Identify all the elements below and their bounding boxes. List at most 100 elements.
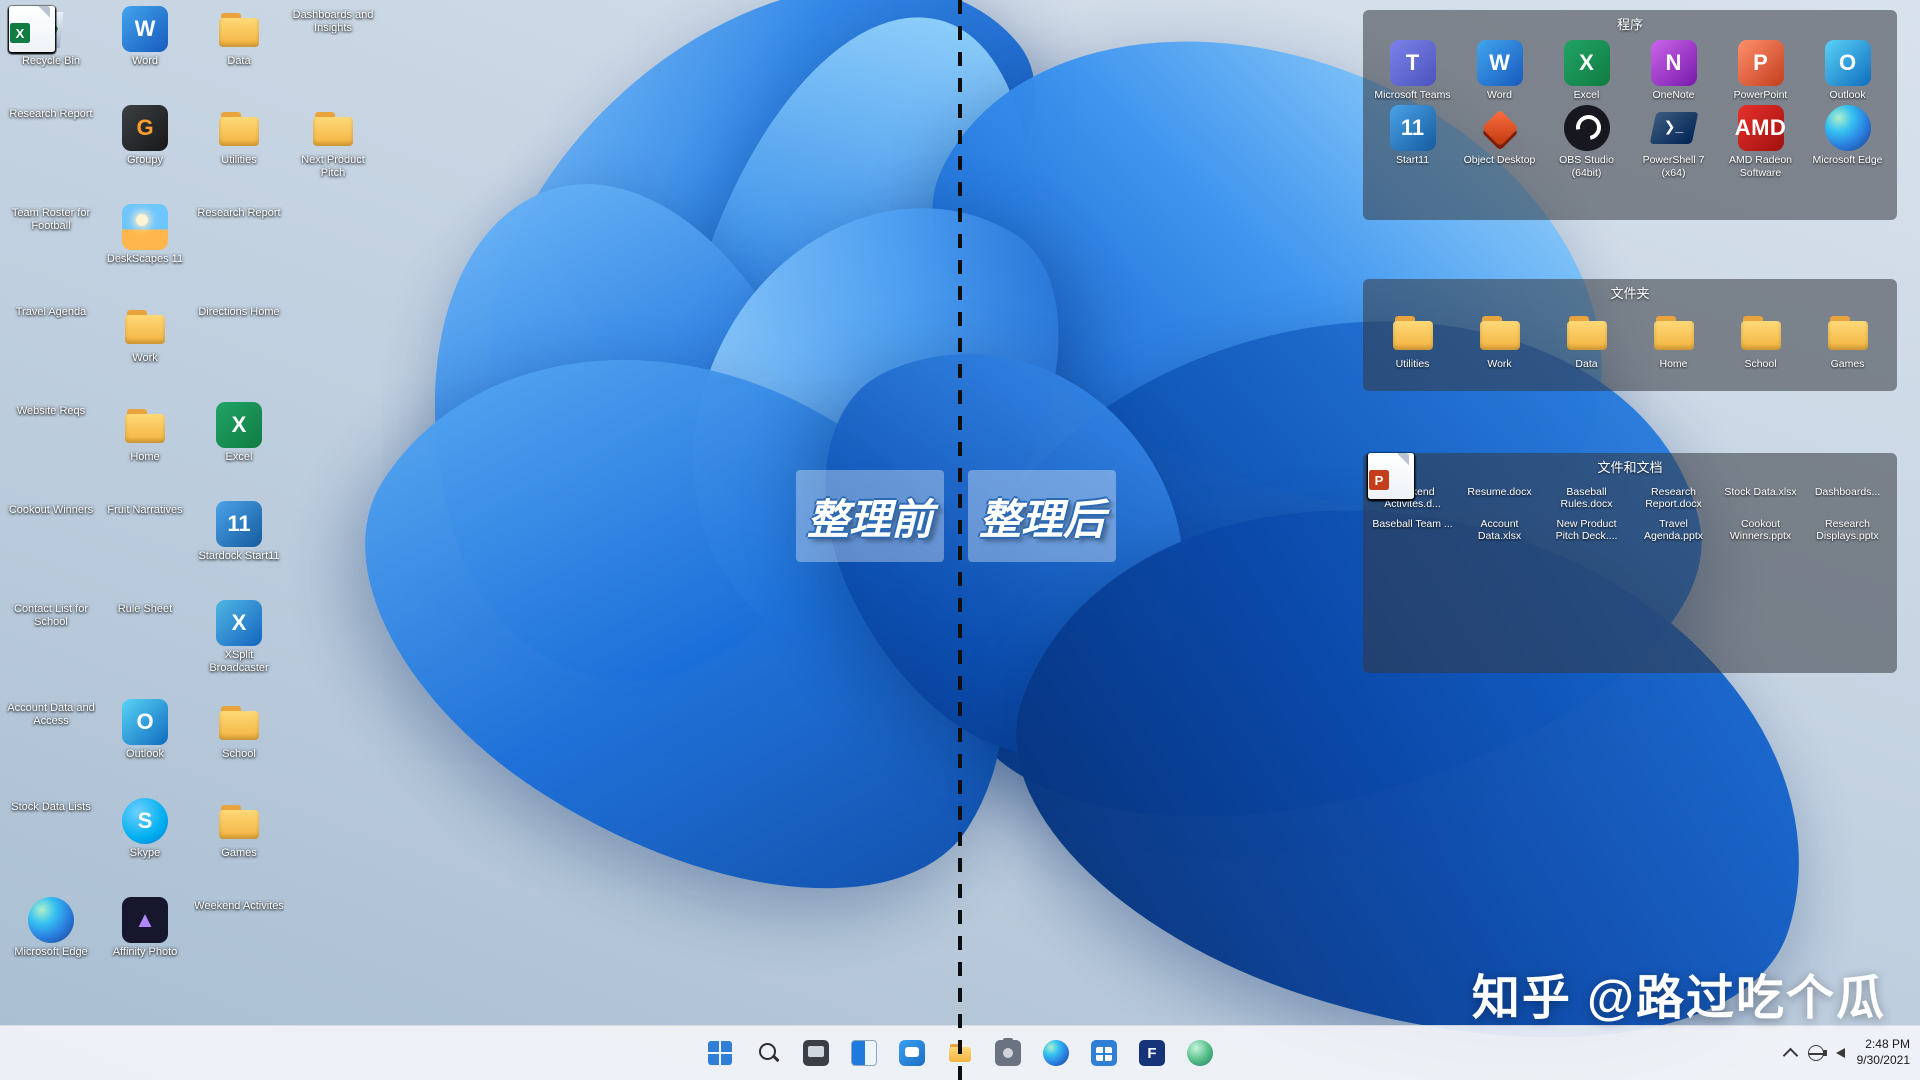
screenshot-app-button[interactable]: [987, 1032, 1029, 1074]
word-app-icon: [122, 6, 168, 52]
fence-icon[interactable]: Account Data.xlsx: [1456, 511, 1543, 543]
darkapp-icon: [803, 1040, 829, 1066]
desktop-icon[interactable]: Directions Home: [192, 303, 286, 402]
edge-icon: [1043, 1040, 1069, 1066]
desktop-icon[interactable]: Word: [98, 6, 192, 105]
desktop-icon[interactable]: Team Roster for Football: [4, 204, 98, 303]
fences-app-button[interactable]: [1131, 1032, 1173, 1074]
fence-icon[interactable]: Games: [1804, 305, 1891, 370]
desktop-icon[interactable]: Contact List for School: [4, 600, 98, 699]
fence-icon[interactable]: Baseball Rules.docx: [1543, 479, 1630, 511]
fence-icon[interactable]: Microsoft Edge: [1804, 101, 1891, 179]
fence-icon[interactable]: OneNote: [1630, 36, 1717, 101]
hidden-icons-chevron-icon[interactable]: [1782, 1047, 1798, 1063]
fence-icon[interactable]: Object Desktop: [1456, 101, 1543, 179]
desktop-icon-label: Travel Agenda: [6, 306, 96, 319]
fence-icon[interactable]: Research Displays.pptx: [1804, 511, 1891, 543]
fence-icon-label: Data: [1546, 358, 1628, 370]
desktop-icon[interactable]: Research Report: [4, 105, 98, 204]
desktop-icon-grid: Recycle Bin Research Report Team Roster …: [4, 6, 380, 996]
desktop-icon[interactable]: Rule Sheet: [98, 600, 192, 699]
edge-browser-button[interactable]: [1035, 1032, 1077, 1074]
fence-icon[interactable]: Research Report.docx: [1630, 479, 1717, 511]
excel-doc-icon: [9, 6, 55, 52]
desktop-icon[interactable]: Website Reqs: [4, 402, 98, 501]
fence-icon-label: Cookout Winners.pptx: [1720, 518, 1802, 543]
start11-icon: [216, 501, 262, 547]
fence-icon[interactable]: Home: [1630, 305, 1717, 370]
desktop-icon[interactable]: Stardock Start11: [192, 501, 286, 600]
onenote-app-icon: [1651, 40, 1697, 86]
search-button[interactable]: [747, 1032, 789, 1074]
network-icon[interactable]: [1808, 1045, 1824, 1061]
fence-icon[interactable]: Microsoft Teams: [1369, 36, 1456, 101]
desktop-icon[interactable]: XSplit Broadcaster: [192, 600, 286, 699]
volume-icon[interactable]: [1836, 1048, 1845, 1058]
fence-icon[interactable]: PowerPoint: [1717, 36, 1804, 101]
fence-icon[interactable]: School: [1717, 305, 1804, 370]
desktop-icon[interactable]: Travel Agenda: [4, 303, 98, 402]
fence-icon[interactable]: Excel: [1543, 36, 1630, 101]
fence-icon[interactable]: Start11: [1369, 101, 1456, 179]
desktop-icon[interactable]: Work: [98, 303, 192, 402]
folder-icon: [1477, 309, 1523, 355]
desktop-icon[interactable]: Skype: [98, 798, 192, 897]
desktop-icon[interactable]: Cookout Winners: [4, 501, 98, 600]
file-explorer-button[interactable]: [939, 1032, 981, 1074]
desktop-icon[interactable]: Excel: [192, 402, 286, 501]
fence-icon[interactable]: Baseball Team ...: [1369, 511, 1456, 543]
excel-app-icon: [216, 402, 262, 448]
fence-icon[interactable]: Outlook: [1804, 36, 1891, 101]
fence-icon[interactable]: OBS Studio (64bit): [1543, 101, 1630, 179]
fence-icon-label: Baseball Team ...: [1372, 518, 1454, 530]
desktop-icon[interactable]: Games: [192, 798, 286, 897]
fence-icon[interactable]: Cookout Winners.pptx: [1717, 511, 1804, 543]
desktop-icon[interactable]: Account Data and Access: [4, 699, 98, 798]
desktop-icon[interactable]: Weekend Activites: [192, 897, 286, 996]
desktop-icon[interactable]: Fruit Narratives: [98, 501, 192, 600]
fence-items: Weekend Activites.d... Resume.docx Baseb…: [1363, 479, 1897, 547]
fence-icon[interactable]: New Product Pitch Deck....: [1543, 511, 1630, 543]
folder-icon: [216, 6, 262, 52]
deskscapes-taskbar-app[interactable]: [795, 1032, 837, 1074]
desktop-icon[interactable]: Utilities: [192, 105, 286, 204]
desktop-icon[interactable]: Affinity Photo: [98, 897, 192, 996]
task-view-button[interactable]: [843, 1032, 885, 1074]
fence-icon[interactable]: Dashboards...: [1804, 479, 1891, 511]
fence-icon[interactable]: Data: [1543, 305, 1630, 370]
desktop-icon[interactable]: Dashboards and Insights: [286, 6, 380, 105]
folder-icon: [1390, 309, 1436, 355]
fence-icon[interactable]: Utilities: [1369, 305, 1456, 370]
fence-icon[interactable]: Word: [1456, 36, 1543, 101]
chat-button[interactable]: [891, 1032, 933, 1074]
desktop-icon[interactable]: Home: [98, 402, 192, 501]
desktop-icon-label: Cookout Winners: [6, 504, 96, 517]
fence-icon[interactable]: PowerShell 7 (x64): [1630, 101, 1717, 179]
desktop-icon-label: XSplit Broadcaster: [194, 649, 284, 675]
desktop-icon[interactable]: DeskScapes 11: [98, 204, 192, 303]
fence-icon[interactable]: Stock Data.xlsx: [1717, 479, 1804, 511]
desktop-icon[interactable]: Microsoft Edge: [4, 897, 98, 996]
fence-icon[interactable]: AMD Radeon Software: [1717, 101, 1804, 179]
fence-icon[interactable]: Work: [1456, 305, 1543, 370]
desktop-icon[interactable]: Stock Data Lists: [4, 798, 98, 897]
desktop-icon[interactable]: School: [192, 699, 286, 798]
fence-icon[interactable]: Travel Agenda.pptx: [1630, 511, 1717, 543]
desktop-icon[interactable]: Outlook: [98, 699, 192, 798]
taskbar-clock[interactable]: 2:48 PM 9/30/2021: [1857, 1037, 1910, 1068]
camera-icon: [995, 1040, 1021, 1066]
app-button[interactable]: [1179, 1032, 1221, 1074]
fence-title: 文件夹: [1363, 279, 1897, 305]
fence-items: Utilities Work Data Home School Games: [1363, 305, 1897, 374]
taskview-icon: [851, 1040, 877, 1066]
desktop-icon[interactable]: Research Report: [192, 204, 286, 303]
fence-icon-label: OneNote: [1633, 89, 1715, 101]
start-button[interactable]: [699, 1032, 741, 1074]
desktop-icon[interactable]: Next Product Pitch: [286, 105, 380, 204]
desktop-icon-label: Next Product Pitch: [288, 154, 378, 180]
fence-icon[interactable]: Resume.docx: [1456, 479, 1543, 511]
store-button[interactable]: [1083, 1032, 1125, 1074]
desktop-icon[interactable]: Groupy: [98, 105, 192, 204]
desktop-icon[interactable]: Data: [192, 6, 286, 105]
fence-icon-label: OBS Studio (64bit): [1546, 154, 1628, 179]
